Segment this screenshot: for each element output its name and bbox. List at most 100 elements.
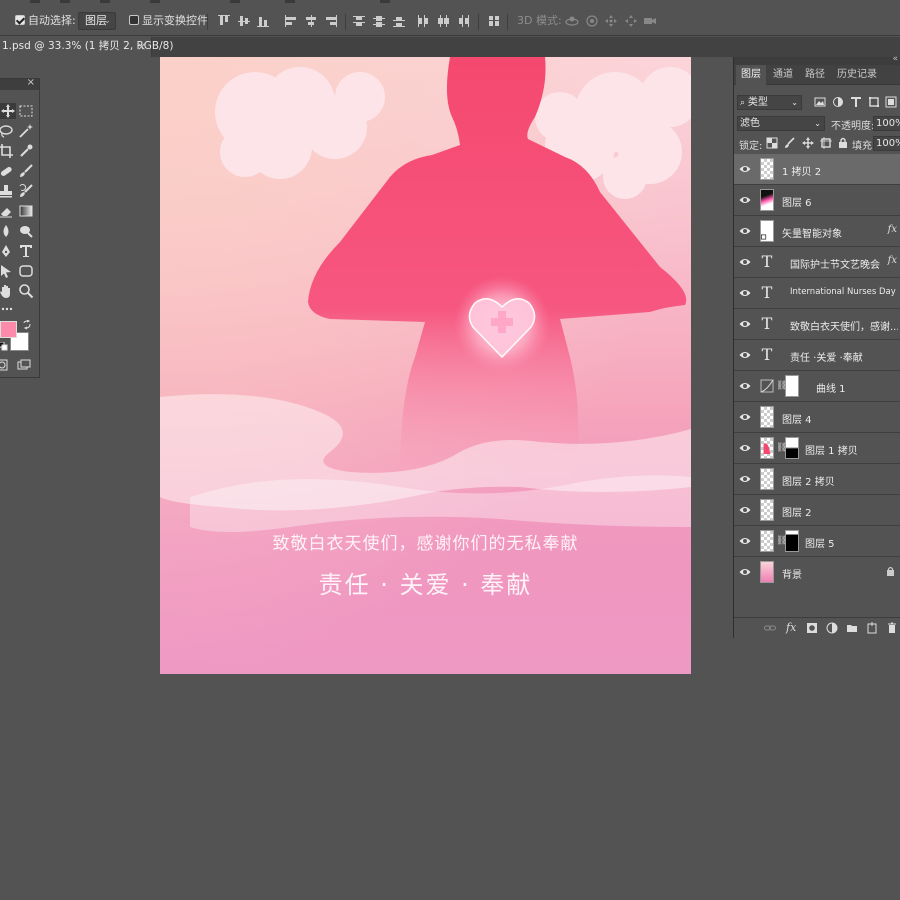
visibility-eye-icon[interactable] [739, 536, 751, 546]
distribute-vcenter-icon[interactable] [372, 14, 386, 28]
layer-effects-icon[interactable]: fx [888, 224, 897, 235]
visibility-eye-icon[interactable] [739, 567, 751, 577]
lock-transparent-icon[interactable] [766, 137, 778, 149]
opacity-input[interactable]: 100% [873, 116, 900, 131]
add-mask-icon[interactable] [806, 622, 818, 634]
adjustment-layer-icon[interactable] [826, 622, 838, 634]
foreground-color-swatch[interactable] [0, 321, 17, 338]
orbit-3d-icon[interactable] [565, 14, 579, 28]
default-colors-icon[interactable] [0, 342, 8, 351]
visibility-eye-icon[interactable] [739, 257, 751, 267]
path-select-tool-icon[interactable] [0, 263, 14, 279]
filter-type-dropdown[interactable]: ⌕ 类型 ⌄ [737, 95, 802, 110]
filter-shape-icon[interactable] [868, 96, 880, 108]
align-bottom-icon[interactable] [256, 14, 270, 28]
auto-align-icon[interactable] [487, 14, 501, 28]
screen-mode-icon[interactable] [17, 359, 31, 371]
toolbox-header[interactable]: × [0, 77, 39, 90]
fx-icon[interactable]: fx [786, 622, 798, 634]
tab-paths[interactable]: 路径 [800, 65, 830, 85]
auto-select-target-dropdown[interactable]: 图层 ⌄ [78, 12, 116, 30]
visibility-eye-icon[interactable] [739, 474, 751, 484]
layer-effects-icon[interactable]: fx [888, 255, 897, 266]
layer-row[interactable]: T 国际护士节文艺晚会 fx [734, 247, 900, 278]
values-text[interactable]: 责任 · 关爱 · 奉献 [160, 565, 691, 600]
filter-adjustment-icon[interactable] [832, 96, 844, 108]
visibility-eye-icon[interactable] [739, 164, 751, 174]
type-tool-icon[interactable] [18, 243, 34, 259]
stamp-tool-icon[interactable] [0, 183, 14, 199]
delete-layer-icon[interactable] [886, 622, 898, 634]
lock-icon[interactable] [886, 566, 895, 576]
drag-3d-icon[interactable] [604, 14, 618, 28]
close-icon[interactable]: × [27, 77, 35, 88]
visibility-eye-icon[interactable] [739, 412, 751, 422]
layer-row[interactable]: T 责任 ·关爱 ·奉献 [734, 340, 900, 371]
visibility-eye-icon[interactable] [739, 505, 751, 515]
align-top-icon[interactable] [217, 14, 231, 28]
gradient-tool-icon[interactable] [18, 203, 34, 219]
blend-mode-dropdown[interactable]: 滤色 ⌄ [737, 116, 825, 131]
fill-input[interactable]: 100% [873, 136, 900, 151]
tab-layers[interactable]: 图层 [736, 65, 766, 85]
layer-row[interactable]: 图层 2 [734, 495, 900, 526]
filter-pixel-icon[interactable] [814, 96, 826, 108]
layer-row[interactable]: ⛓ 图层 5 [734, 526, 900, 557]
lock-artboard-icon[interactable] [820, 137, 832, 149]
visibility-eye-icon[interactable] [739, 226, 751, 236]
align-right-icon[interactable] [324, 14, 338, 28]
crop-tool-icon[interactable] [0, 143, 14, 159]
zoom-tool-icon[interactable] [18, 283, 34, 299]
layer-row[interactable]: T 致敬白衣天使们，感谢... [734, 309, 900, 340]
panel-header[interactable]: « [734, 54, 900, 65]
tab-history[interactable]: 历史记录 [832, 65, 882, 85]
new-group-icon[interactable] [846, 622, 858, 634]
align-left-icon[interactable] [284, 14, 298, 28]
lock-pixels-icon[interactable] [784, 137, 796, 149]
show-transform-checkbox[interactable] [129, 15, 139, 25]
blur-tool-icon[interactable] [0, 223, 14, 239]
brush-tool-icon[interactable] [18, 163, 34, 179]
camera-3d-icon[interactable] [643, 14, 657, 28]
document-tab[interactable]: 1.psd @ 33.3% (1 拷贝 2, RGB/8) [0, 37, 173, 57]
lock-all-icon[interactable] [837, 137, 849, 149]
roll-3d-icon[interactable] [585, 14, 599, 28]
visibility-eye-icon[interactable] [739, 288, 751, 298]
distribute-left-icon[interactable] [416, 14, 430, 28]
distribute-top-icon[interactable] [352, 14, 366, 28]
eraser-tool-icon[interactable] [0, 203, 14, 219]
visibility-eye-icon[interactable] [739, 381, 751, 391]
visibility-eye-icon[interactable] [739, 443, 751, 453]
healing-tool-icon[interactable] [0, 163, 14, 179]
layer-row[interactable]: ⛓ 曲线 1 [734, 371, 900, 402]
layer-mask-thumbnail[interactable] [785, 530, 799, 552]
align-hcenter-icon[interactable] [304, 14, 318, 28]
quick-mask-icon[interactable] [0, 359, 8, 371]
layer-row[interactable]: 矢量智能对象 fx [734, 216, 900, 247]
close-icon[interactable]: × [137, 37, 149, 57]
shape-tool-icon[interactable] [18, 263, 34, 279]
swap-colors-icon[interactable] [22, 320, 32, 330]
collapse-icon[interactable]: « [892, 54, 898, 64]
move-tool-icon[interactable] [0, 103, 16, 119]
history-brush-tool-icon[interactable] [18, 183, 34, 199]
layer-row[interactable]: T International Nurses Day [734, 278, 900, 309]
layer-row[interactable]: 图层 4 [734, 402, 900, 433]
magic-wand-tool-icon[interactable] [18, 123, 34, 139]
lasso-tool-icon[interactable] [0, 123, 14, 139]
distribute-right-icon[interactable] [456, 14, 470, 28]
layer-row[interactable]: ⛓ 图层 1 拷贝 [734, 433, 900, 464]
layer-row[interactable]: 图层 6 [734, 185, 900, 216]
marquee-tool-icon[interactable] [18, 103, 34, 119]
distribute-bottom-icon[interactable] [392, 14, 406, 28]
layer-mask-thumbnail[interactable] [785, 375, 799, 397]
hand-tool-icon[interactable] [0, 283, 14, 299]
layer-row[interactable]: 1 拷贝 2 [734, 154, 900, 185]
layer-mask-thumbnail[interactable] [785, 437, 799, 459]
tab-channels[interactable]: 通道 [768, 65, 798, 85]
lock-position-icon[interactable] [802, 137, 814, 149]
visibility-eye-icon[interactable] [739, 195, 751, 205]
layer-row[interactable]: 图层 2 拷贝 [734, 464, 900, 495]
visibility-eye-icon[interactable] [739, 319, 751, 329]
visibility-eye-icon[interactable] [739, 350, 751, 360]
